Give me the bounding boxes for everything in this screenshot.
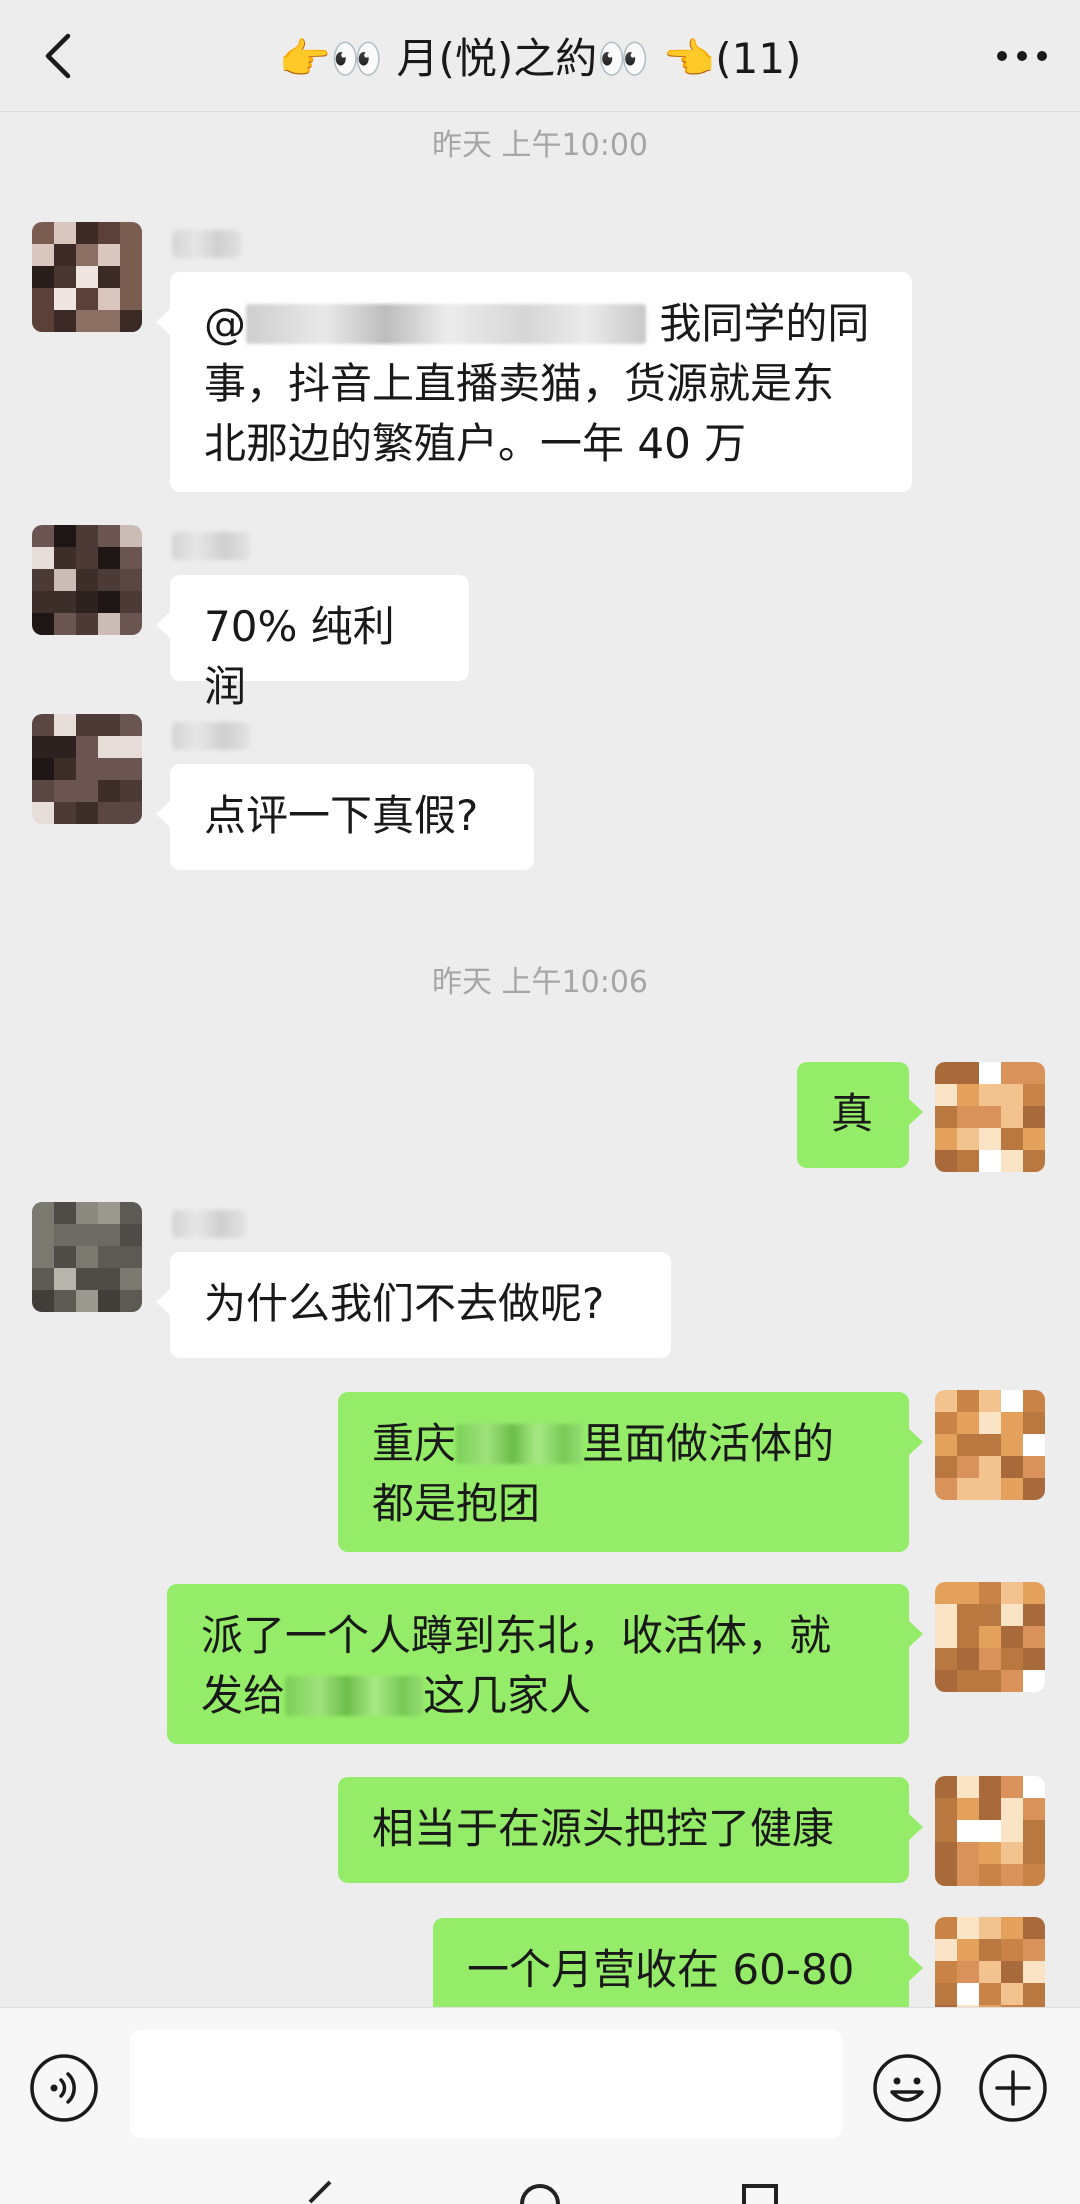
- back-button[interactable]: [28, 26, 88, 86]
- mention-text: @: [204, 299, 246, 348]
- message-text: 70% 纯利润: [204, 602, 395, 711]
- avatar[interactable]: [32, 714, 142, 824]
- message-bubble[interactable]: 70% 纯利润: [156, 575, 469, 711]
- nav-home-icon[interactable]: [518, 2180, 562, 2204]
- message-text: 都是抱团: [372, 1479, 541, 1528]
- message-text: 相当于在源头把控了健康: [372, 1804, 835, 1853]
- message-text: 派了一个人蹲到东北，收活体，就: [201, 1611, 832, 1660]
- avatar[interactable]: [935, 1776, 1045, 1886]
- emoji-icon: [873, 2054, 941, 2122]
- message-bubble[interactable]: 重庆 里面做活体的 都是抱团: [338, 1392, 923, 1552]
- chevron-left-icon: [45, 33, 71, 79]
- chat-title: 👉👀 月(悦)之約👀 👈(11): [278, 33, 802, 83]
- message-text: 点评一下真假?: [204, 791, 479, 840]
- voice-button[interactable]: [26, 2050, 102, 2126]
- sender-name: [172, 230, 242, 258]
- timestamp: 昨天 上午10:06: [432, 965, 648, 1000]
- more-dots-icon: [997, 51, 1047, 61]
- system-nav-bar: [0, 2180, 1080, 2204]
- avatar[interactable]: [935, 1390, 1045, 1500]
- more-button[interactable]: [992, 26, 1052, 86]
- message-text: 事，抖音上直播卖猫，货源就是东: [204, 359, 835, 408]
- sender-name: [172, 1210, 246, 1238]
- message-text: 里面做活体的: [582, 1419, 835, 1468]
- input-bar: [0, 2007, 1080, 2204]
- message-bubble[interactable]: 一个月营收在 60-80: [433, 1918, 923, 2007]
- message-text: 真: [831, 1089, 874, 1138]
- avatar[interactable]: [935, 1582, 1045, 1692]
- nav-back-icon[interactable]: [300, 2180, 340, 2204]
- nav-recents-icon[interactable]: [740, 2180, 780, 2204]
- chat-header: 👉👀 月(悦)之約👀 👈(11): [0, 0, 1080, 112]
- message-bubble[interactable]: 为什么我们不去做呢?: [156, 1252, 671, 1358]
- message-input[interactable]: [130, 2030, 842, 2138]
- redacted-text: [456, 1424, 583, 1464]
- message-bubble[interactable]: 真: [797, 1062, 923, 1168]
- message-bubble[interactable]: @ 我同学的同 事，抖音上直播卖猫，货源就是东 北那边的繁殖户。一年 40 万: [156, 272, 912, 492]
- message-text: 为什么我们不去做呢?: [204, 1279, 605, 1328]
- message-text: 我同学的同: [646, 299, 870, 348]
- avatar[interactable]: [32, 1202, 142, 1312]
- timestamp: 昨天 上午10:00: [432, 128, 648, 163]
- message-bubble[interactable]: 点评一下真假?: [156, 764, 534, 870]
- message-text: 发给: [201, 1671, 286, 1720]
- message-bubble[interactable]: 相当于在源头把控了健康: [338, 1777, 923, 1883]
- emoji-button[interactable]: [869, 2050, 945, 2126]
- sender-name: [172, 532, 250, 560]
- plus-button[interactable]: [975, 2050, 1051, 2126]
- message-text: 一个月营收在 60-80: [467, 1945, 855, 1994]
- avatar[interactable]: [32, 525, 142, 635]
- avatar[interactable]: [935, 1062, 1045, 1172]
- message-text: 这几家人: [423, 1671, 592, 1720]
- sender-name: [172, 722, 250, 750]
- message-text: 重庆: [372, 1419, 457, 1468]
- avatar[interactable]: [32, 222, 142, 332]
- voice-icon: [30, 2054, 98, 2122]
- message-text: 北那边的繁殖户。一年 40 万: [204, 419, 747, 468]
- redacted-mention: [246, 304, 646, 344]
- redacted-text: [285, 1676, 424, 1716]
- chat-message-list[interactable]: 昨天 上午10:00 @ 我同学的同 事，抖音上直播卖猫，货源就是东 北那边的繁…: [0, 112, 1080, 2007]
- message-bubble[interactable]: 派了一个人蹲到东北，收活体，就 发给 这几家人: [167, 1584, 923, 1744]
- plus-icon: [979, 2054, 1047, 2122]
- avatar[interactable]: [935, 1917, 1045, 2007]
